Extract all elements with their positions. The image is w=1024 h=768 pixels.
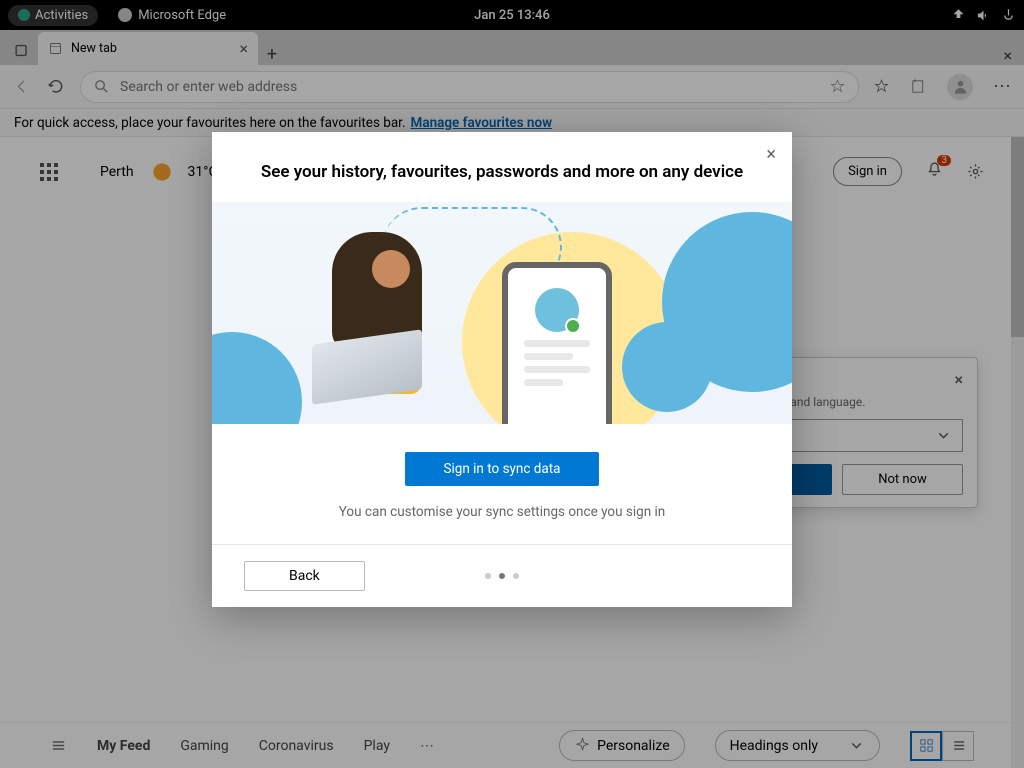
modal-close-button[interactable]: × xyxy=(766,144,776,165)
pager-dot xyxy=(485,573,491,579)
modal-back-button[interactable]: Back xyxy=(244,561,365,591)
sync-modal: × See your history, favourites, password… xyxy=(212,132,792,607)
pager-dot xyxy=(513,573,519,579)
sign-in-sync-button[interactable]: Sign in to sync data xyxy=(405,452,598,486)
pager-dot-active xyxy=(499,573,505,579)
modal-pager xyxy=(485,573,519,579)
modal-title: See your history, favourites, passwords … xyxy=(212,132,792,202)
modal-subtext: You can customise your sync settings onc… xyxy=(252,504,752,520)
modal-illustration: ⟳ xyxy=(212,202,792,424)
